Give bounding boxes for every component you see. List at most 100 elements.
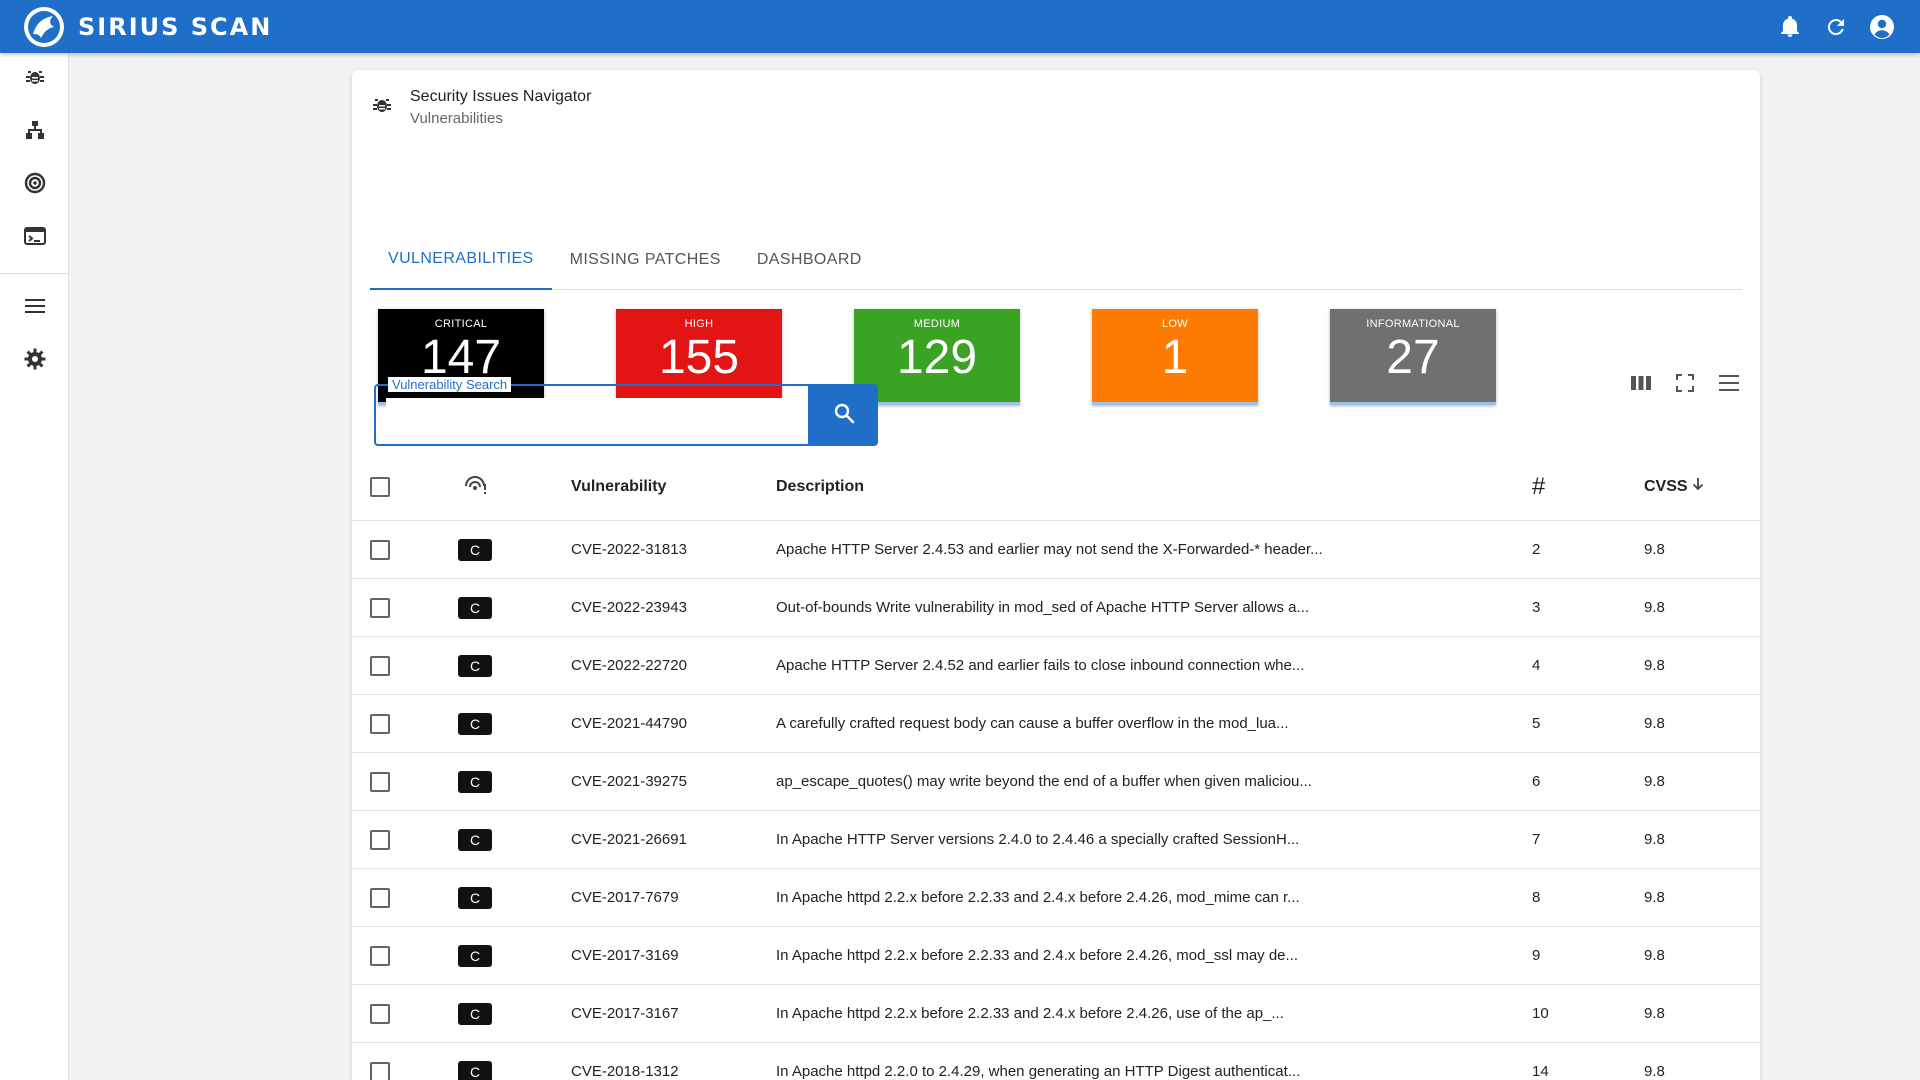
severity-chip: C	[458, 596, 492, 619]
vulnerabilities-card: Security Issues Navigator Vulnerabilitie…	[352, 70, 1760, 1080]
page-title: Security Issues Navigator	[410, 88, 592, 105]
severity-radar-icon[interactable]	[462, 472, 488, 501]
search-field[interactable]: Vulnerability Search	[374, 377, 810, 446]
sidebar-divider	[0, 273, 69, 274]
column-header-cvss[interactable]: CVSS	[1644, 453, 1705, 520]
cvss-score: 9.8	[1644, 657, 1665, 674]
host-count: 7	[1532, 831, 1541, 848]
vulnerability-description: In Apache httpd 2.2.x before 2.2.33 and …	[776, 1005, 1284, 1022]
fullscreen-icon[interactable]	[1672, 370, 1698, 396]
app-logo[interactable]: SIRIUS SCAN	[24, 6, 273, 47]
vulnerability-id[interactable]: CVE-2021-26691	[571, 811, 687, 868]
table-row[interactable]: C CVE-2022-31813 Apache HTTP Server 2.4.…	[352, 521, 1760, 579]
density-menu-icon[interactable]	[1716, 370, 1742, 396]
vulnerability-id[interactable]: CVE-2022-22720	[571, 637, 687, 694]
cvss-header-label: CVSS	[1644, 477, 1688, 495]
severity-label: CRITICAL	[434, 318, 488, 330]
table-row[interactable]: C CVE-2021-44790 A carefully crafted req…	[352, 695, 1760, 753]
row-checkbox[interactable]	[370, 1061, 390, 1080]
table-toolbar	[1628, 370, 1742, 396]
table-row[interactable]: C CVE-2022-22720 Apache HTTP Server 2.4.…	[352, 637, 1760, 695]
severity-label: MEDIUM	[913, 318, 961, 330]
search-input[interactable]	[386, 398, 796, 432]
host-count: 5	[1532, 715, 1541, 732]
columns-icon[interactable]	[1628, 370, 1654, 396]
row-checkbox[interactable]	[370, 887, 390, 908]
sidebar-item-vulnerabilities[interactable]	[0, 53, 69, 106]
cvss-score: 9.8	[1644, 831, 1665, 848]
cvss-score: 9.8	[1644, 889, 1665, 906]
table-row[interactable]: C CVE-2021-39275 ap_escape_quotes() may …	[352, 753, 1760, 811]
vulnerability-id[interactable]: CVE-2022-23943	[571, 579, 687, 636]
vulnerability-id[interactable]: CVE-2017-3169	[571, 927, 679, 984]
row-checkbox[interactable]	[370, 945, 390, 966]
severity-chip: C	[458, 770, 492, 793]
host-count: 10	[1532, 1005, 1549, 1022]
column-header-vulnerability[interactable]: Vulnerability	[571, 453, 666, 520]
severity-card-low[interactable]: LOW 1	[1092, 309, 1258, 405]
tab-dashboard[interactable]: DASHBOARD	[739, 230, 880, 290]
row-checkbox[interactable]	[370, 1003, 390, 1024]
cvss-score: 9.8	[1644, 947, 1665, 964]
severity-label: INFORMATIONAL	[1366, 318, 1460, 330]
search-label: Vulnerability Search	[388, 377, 512, 392]
cvss-score: 9.8	[1644, 1005, 1665, 1022]
row-checkbox[interactable]	[370, 771, 390, 792]
row-checkbox[interactable]	[370, 829, 390, 850]
row-checkbox[interactable]	[370, 713, 390, 734]
table-row[interactable]: C CVE-2017-3169 In Apache httpd 2.2.x be…	[352, 927, 1760, 985]
sidebar-item-terminal[interactable]	[0, 212, 69, 265]
vulnerability-description: Apache HTTP Server 2.4.53 and earlier ma…	[776, 541, 1323, 558]
select-all-checkbox[interactable]	[370, 476, 390, 497]
severity-card-medium[interactable]: MEDIUM 129	[854, 309, 1020, 405]
severity-label: HIGH	[684, 318, 714, 330]
table-row[interactable]: C CVE-2018-1312 In Apache httpd 2.2.0 to…	[352, 1043, 1760, 1080]
severity-count: 129	[896, 331, 978, 384]
row-checkbox[interactable]	[370, 597, 390, 618]
search-button[interactable]	[810, 384, 878, 446]
bug-icon	[372, 95, 392, 120]
brand-name: SIRIUS SCAN	[78, 12, 273, 41]
host-count: 8	[1532, 889, 1541, 906]
sidebar-item-settings[interactable]	[0, 335, 69, 388]
account-circle-icon[interactable]	[1868, 13, 1896, 41]
host-count: 9	[1532, 947, 1541, 964]
table-row[interactable]: C CVE-2017-7679 In Apache httpd 2.2.x be…	[352, 869, 1760, 927]
vulnerability-description: ap_escape_quotes() may write beyond the …	[776, 773, 1312, 790]
refresh-icon[interactable]	[1822, 13, 1850, 41]
vulnerability-description: A carefully crafted request body can cau…	[776, 715, 1289, 732]
page-subtitle: Vulnerabilities	[410, 110, 503, 127]
sidebar-item-scanner[interactable]	[0, 159, 69, 212]
sort-descending-icon[interactable]	[1691, 476, 1705, 497]
cvss-score: 9.8	[1644, 715, 1665, 732]
row-checkbox[interactable]	[370, 655, 390, 676]
severity-card-informational[interactable]: INFORMATIONAL 27	[1330, 309, 1496, 405]
table-row[interactable]: C CVE-2022-23943 Out-of-bounds Write vul…	[352, 579, 1760, 637]
cvss-score: 9.8	[1644, 541, 1665, 558]
vulnerability-id[interactable]: CVE-2021-44790	[571, 695, 687, 752]
target-icon	[24, 172, 46, 199]
table-row[interactable]: C CVE-2021-26691 In Apache HTTP Server v…	[352, 811, 1760, 869]
vulnerability-description: Out-of-bounds Write vulnerability in mod…	[776, 599, 1310, 616]
vulnerability-id[interactable]: CVE-2021-39275	[571, 753, 687, 810]
tab-vulnerabilities[interactable]: VULNERABILITIES	[370, 230, 552, 290]
vulnerability-id[interactable]: CVE-2017-3167	[571, 985, 679, 1042]
sitemap-icon	[25, 120, 45, 145]
menu-icon	[24, 298, 45, 319]
notifications-bell-icon[interactable]	[1776, 13, 1804, 41]
vulnerability-description: In Apache httpd 2.2.x before 2.2.33 and …	[776, 889, 1300, 906]
table-row[interactable]: C CVE-2017-3167 In Apache httpd 2.2.x be…	[352, 985, 1760, 1043]
row-checkbox[interactable]	[370, 539, 390, 560]
column-header-description[interactable]: Description	[776, 453, 864, 520]
sidebar-item-hosts[interactable]	[0, 106, 69, 159]
vulnerability-id[interactable]: CVE-2022-31813	[571, 521, 687, 578]
vulnerability-id[interactable]: CVE-2018-1312	[571, 1043, 679, 1080]
column-header-count[interactable]: #	[1532, 453, 1545, 520]
severity-count: 27	[1386, 331, 1440, 384]
sidebar-item-menu[interactable]	[0, 282, 69, 335]
vulnerability-id[interactable]: CVE-2017-7679	[571, 869, 679, 926]
host-count: 14	[1532, 1063, 1549, 1080]
tab-missing-patches[interactable]: MISSING PATCHES	[552, 230, 739, 290]
severity-chip: C	[458, 538, 492, 561]
vulnerability-description: In Apache httpd 2.2.x before 2.2.33 and …	[776, 947, 1299, 964]
